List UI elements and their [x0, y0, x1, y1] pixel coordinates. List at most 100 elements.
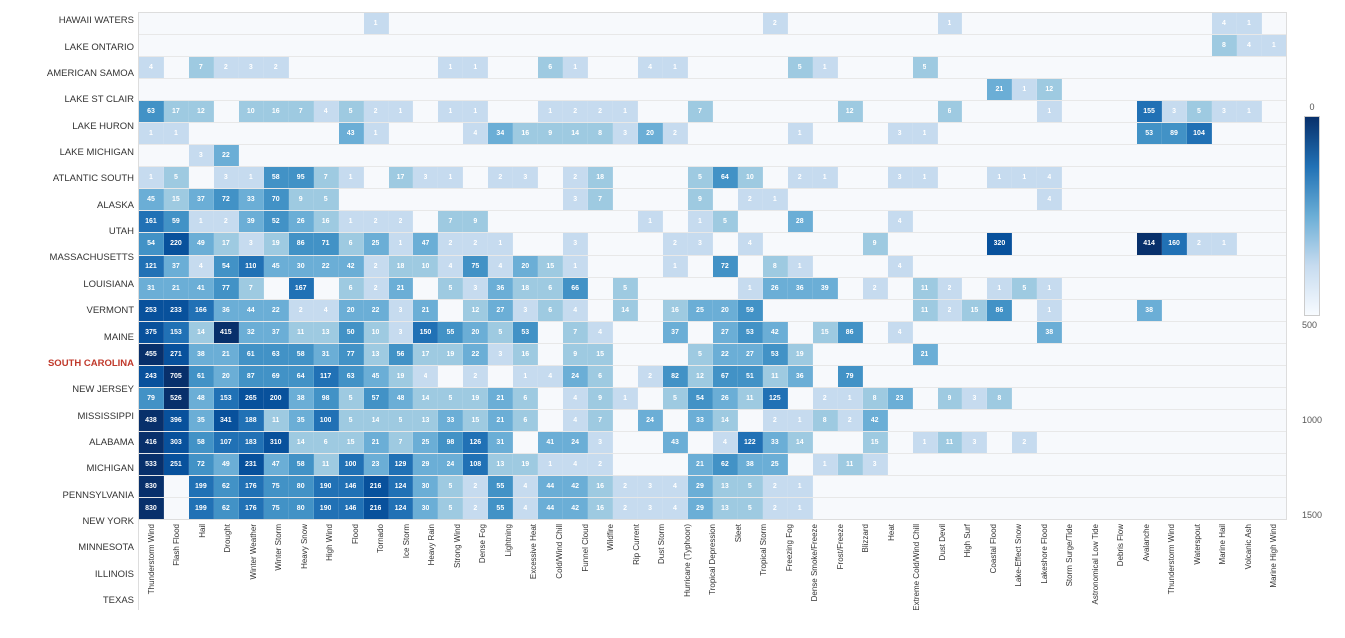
heatmap-cell[interactable] — [214, 123, 239, 144]
heatmap-cell[interactable] — [1037, 498, 1062, 519]
heatmap-cell[interactable]: 5 — [1012, 278, 1037, 299]
heatmap-cell[interactable]: 95 — [289, 167, 314, 188]
heatmap-cell[interactable] — [1137, 388, 1162, 409]
heatmap-cell[interactable] — [788, 233, 813, 254]
heatmap-cell[interactable] — [1187, 35, 1212, 56]
heatmap-cell[interactable] — [613, 410, 638, 431]
heatmap-cell[interactable] — [1162, 344, 1187, 365]
heatmap-cell[interactable] — [1062, 145, 1087, 166]
heatmap-cell[interactable] — [638, 300, 663, 321]
heatmap-cell[interactable] — [1062, 476, 1087, 497]
heatmap-cell[interactable] — [139, 145, 164, 166]
heatmap-cell[interactable] — [488, 366, 513, 387]
heatmap-cell[interactable] — [289, 145, 314, 166]
heatmap-cell[interactable] — [788, 145, 813, 166]
heatmap-cell[interactable] — [438, 366, 463, 387]
heatmap-cell[interactable]: 7 — [438, 211, 463, 232]
heatmap-cell[interactable] — [588, 145, 613, 166]
heatmap-cell[interactable]: 31 — [488, 432, 513, 453]
heatmap-cell[interactable]: 33 — [688, 410, 713, 431]
heatmap-cell[interactable]: 2 — [813, 388, 838, 409]
heatmap-cell[interactable] — [239, 13, 264, 34]
heatmap-cell[interactable] — [1012, 13, 1037, 34]
heatmap-cell[interactable] — [1262, 322, 1286, 343]
heatmap-cell[interactable]: 3 — [189, 145, 214, 166]
heatmap-cell[interactable]: 2 — [364, 256, 389, 277]
heatmap-cell[interactable]: 86 — [987, 300, 1012, 321]
heatmap-cell[interactable] — [1037, 211, 1062, 232]
heatmap-cell[interactable]: 20 — [638, 123, 663, 144]
heatmap-cell[interactable]: 31 — [314, 344, 339, 365]
heatmap-cell[interactable] — [1112, 366, 1137, 387]
heatmap-cell[interactable]: 3 — [239, 57, 264, 78]
heatmap-cell[interactable]: 79 — [838, 366, 863, 387]
heatmap-cell[interactable] — [813, 300, 838, 321]
heatmap-cell[interactable] — [264, 79, 289, 100]
heatmap-cell[interactable] — [1087, 123, 1112, 144]
heatmap-cell[interactable]: 2 — [1012, 432, 1037, 453]
heatmap-cell[interactable] — [938, 256, 963, 277]
heatmap-cell[interactable]: 24 — [563, 432, 588, 453]
heatmap-cell[interactable]: 55 — [488, 498, 513, 519]
heatmap-cell[interactable]: 3 — [863, 454, 888, 475]
heatmap-cell[interactable] — [962, 79, 987, 100]
heatmap-cell[interactable]: 42 — [763, 322, 788, 343]
heatmap-cell[interactable]: 18 — [389, 256, 414, 277]
heatmap-cell[interactable]: 38 — [289, 388, 314, 409]
heatmap-cell[interactable]: 1 — [788, 498, 813, 519]
heatmap-cell[interactable] — [1187, 145, 1212, 166]
heatmap-cell[interactable]: 98 — [438, 432, 463, 453]
heatmap-cell[interactable] — [1187, 366, 1212, 387]
heatmap-cell[interactable] — [613, 145, 638, 166]
heatmap-cell[interactable]: 2 — [863, 278, 888, 299]
heatmap-cell[interactable]: 216 — [364, 498, 389, 519]
heatmap-cell[interactable] — [588, 300, 613, 321]
heatmap-cell[interactable] — [913, 476, 938, 497]
heatmap-cell[interactable] — [1187, 167, 1212, 188]
heatmap-cell[interactable]: 1 — [1237, 13, 1262, 34]
heatmap-cell[interactable]: 320 — [987, 233, 1012, 254]
heatmap-cell[interactable]: 44 — [239, 300, 264, 321]
heatmap-cell[interactable]: 10 — [413, 256, 438, 277]
heatmap-cell[interactable] — [763, 211, 788, 232]
heatmap-cell[interactable]: 3 — [613, 123, 638, 144]
heatmap-cell[interactable]: 13 — [713, 476, 738, 497]
heatmap-cell[interactable] — [638, 145, 663, 166]
heatmap-cell[interactable]: 2 — [488, 167, 513, 188]
heatmap-cell[interactable] — [1237, 476, 1262, 497]
heatmap-cell[interactable] — [1262, 410, 1286, 431]
heatmap-cell[interactable]: 3 — [688, 233, 713, 254]
heatmap-cell[interactable] — [1112, 322, 1137, 343]
heatmap-cell[interactable] — [913, 366, 938, 387]
heatmap-cell[interactable] — [987, 322, 1012, 343]
heatmap-cell[interactable]: 16 — [588, 476, 613, 497]
heatmap-cell[interactable]: 1 — [438, 101, 463, 122]
heatmap-cell[interactable]: 414 — [1137, 233, 1162, 254]
heatmap-cell[interactable]: 33 — [438, 410, 463, 431]
heatmap-cell[interactable]: 2 — [463, 498, 488, 519]
heatmap-cell[interactable] — [1037, 256, 1062, 277]
heatmap-cell[interactable] — [1262, 13, 1286, 34]
heatmap-cell[interactable]: 38 — [189, 344, 214, 365]
heatmap-cell[interactable] — [1137, 13, 1162, 34]
heatmap-cell[interactable]: 62 — [713, 454, 738, 475]
heatmap-cell[interactable]: 44 — [538, 476, 563, 497]
heatmap-cell[interactable] — [838, 35, 863, 56]
heatmap-cell[interactable] — [1262, 167, 1286, 188]
heatmap-cell[interactable]: 53 — [738, 322, 763, 343]
heatmap-cell[interactable]: 13 — [713, 498, 738, 519]
heatmap-cell[interactable] — [638, 167, 663, 188]
heatmap-cell[interactable] — [1212, 344, 1237, 365]
heatmap-cell[interactable] — [1112, 344, 1137, 365]
heatmap-cell[interactable]: 27 — [488, 300, 513, 321]
heatmap-cell[interactable] — [1112, 79, 1137, 100]
heatmap-cell[interactable] — [538, 211, 563, 232]
heatmap-cell[interactable] — [1112, 189, 1137, 210]
heatmap-cell[interactable]: 48 — [389, 388, 414, 409]
heatmap-cell[interactable]: 4 — [888, 256, 913, 277]
heatmap-cell[interactable] — [763, 300, 788, 321]
heatmap-cell[interactable] — [913, 410, 938, 431]
heatmap-cell[interactable]: 53 — [1137, 123, 1162, 144]
heatmap-cell[interactable]: 15 — [962, 300, 987, 321]
heatmap-cell[interactable]: 533 — [139, 454, 164, 475]
